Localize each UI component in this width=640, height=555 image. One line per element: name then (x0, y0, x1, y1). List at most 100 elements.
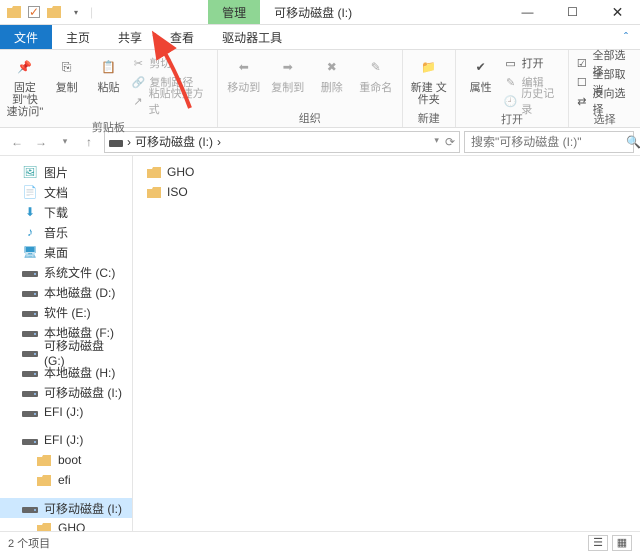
sidebar-item-label: 图片 (44, 164, 68, 181)
search-icon[interactable]: 🔍 (626, 135, 640, 149)
tab-view[interactable]: 查看 (156, 25, 208, 49)
minimize-button[interactable]: — (505, 0, 550, 25)
new-folder-button[interactable]: 📁新建 文件夹 (409, 52, 449, 106)
folder-icon (6, 4, 22, 20)
dropdown-icon[interactable]: ▾ (68, 4, 84, 20)
ribbon: 📌固定到"快 速访问" ⎘复制 📋粘贴 ✂剪切 🔗复制路径 ↗粘贴快捷方式 剪贴… (0, 50, 640, 128)
copy-to-button[interactable]: ➡复制到 (268, 52, 308, 94)
copy-button[interactable]: ⎘复制 (48, 52, 86, 94)
tab-drive-tools[interactable]: 驱动器工具 (208, 25, 296, 49)
shortcut-icon: ↗ (131, 94, 144, 108)
delete-icon: ✖ (319, 54, 345, 80)
checkbox-icon[interactable]: ✓ (28, 6, 40, 18)
dl-icon: ⬇ (22, 205, 38, 219)
maximize-button[interactable]: ☐ (550, 0, 595, 25)
open-button[interactable]: ▭打开 (504, 54, 563, 72)
cut-button[interactable]: ✂剪切 (131, 54, 210, 72)
folder-icon (36, 473, 52, 487)
select-none-icon: ☐ (575, 75, 588, 89)
refresh-icon[interactable]: ⟳ (445, 135, 455, 149)
ribbon-group-new: 📁新建 文件夹 新建 (403, 50, 456, 127)
select-all-icon: ☑ (575, 56, 588, 70)
desktop-icon: 🖥 (22, 245, 38, 259)
icons-view-button[interactable]: ▦ (612, 535, 632, 551)
search-input[interactable] (471, 135, 626, 149)
folder-icon (46, 4, 62, 20)
invert-selection-button[interactable]: ⇄反向选择 (575, 92, 634, 110)
properties-button[interactable]: ✔属性 (462, 52, 500, 94)
delete-button[interactable]: ✖删除 (312, 52, 352, 94)
ribbon-tabs: 文件 主页 共享 查看 驱动器工具 ˆ (0, 25, 640, 50)
title-bar: ✓ ▾ | 管理 可移动磁盘 (I:) — ☐ ✕ (0, 0, 640, 25)
breadcrumb[interactable]: 可移动磁盘 (I:) (135, 133, 213, 150)
sidebar-item[interactable]: EFI (J:) (0, 402, 132, 422)
group-label: 剪贴板 (6, 118, 211, 135)
folder-icon (147, 187, 161, 198)
file-item[interactable]: ISO (143, 182, 630, 202)
sidebar-item[interactable]: GHO (0, 518, 132, 531)
sidebar-item[interactable]: EFI (J:) (0, 430, 132, 450)
details-view-button[interactable]: ☰ (588, 535, 608, 551)
search-box[interactable]: 🔍 (464, 131, 634, 153)
sidebar-item-label: 本地磁盘 (D:) (44, 284, 115, 301)
sidebar-item[interactable]: 本地磁盘 (H:) (0, 362, 132, 382)
item-count: 2 个项目 (8, 535, 50, 551)
sidebar-item-label: boot (58, 453, 81, 467)
breadcrumb-sep: › (127, 135, 131, 149)
ribbon-group-clipboard: 📌固定到"快 速访问" ⎘复制 📋粘贴 ✂剪切 🔗复制路径 ↗粘贴快捷方式 剪贴… (0, 50, 218, 127)
sidebar-item-label: EFI (J:) (44, 433, 83, 447)
sidebar-item[interactable]: 软件 (E:) (0, 302, 132, 322)
context-tab-manage[interactable]: 管理 (208, 0, 260, 24)
tab-share[interactable]: 共享 (104, 25, 156, 49)
dropdown-icon[interactable]: ▾ (434, 135, 439, 149)
group-label: 组织 (224, 109, 396, 126)
sidebar-item[interactable]: 系统文件 (C:) (0, 262, 132, 282)
sidebar-item[interactable]: 本地磁盘 (D:) (0, 282, 132, 302)
music-icon: ♪ (22, 225, 38, 239)
properties-icon: ✔ (468, 54, 494, 80)
sidebar-item[interactable]: 📄文档 (0, 182, 132, 202)
collapse-ribbon-button[interactable]: ˆ (612, 25, 640, 49)
open-icon: ▭ (504, 56, 518, 70)
quick-access-toolbar: ✓ ▾ | (0, 4, 93, 20)
group-label: 新建 (409, 109, 449, 126)
sidebar-item[interactable]: ⬇下载 (0, 202, 132, 222)
sidebar-item-label: EFI (J:) (44, 405, 83, 419)
drive-icon (22, 285, 38, 299)
paste-button[interactable]: 📋粘贴 (90, 52, 128, 94)
sidebar-item[interactable]: 可移动磁盘 (I:) (0, 382, 132, 402)
drive-icon (22, 501, 38, 515)
file-item[interactable]: GHO (143, 162, 630, 182)
sidebar-item-label: 音乐 (44, 224, 68, 241)
tab-home[interactable]: 主页 (52, 25, 104, 49)
rename-icon: ✎ (363, 54, 389, 80)
ribbon-group-organize: ⬅移动到 ➡复制到 ✖删除 ✎重命名 组织 (218, 50, 403, 127)
close-button[interactable]: ✕ (595, 0, 640, 25)
sidebar-item[interactable]: 🖥桌面 (0, 242, 132, 262)
sidebar-item[interactable]: ♪ 音乐 (0, 222, 132, 242)
sidebar-item[interactable]: 可移动磁盘 (I:) (0, 498, 132, 518)
drive-icon (22, 265, 38, 279)
sidebar-item[interactable]: efi (0, 470, 132, 490)
sidebar-item-label: 可移动磁盘 (I:) (44, 500, 122, 517)
rename-button[interactable]: ✎重命名 (356, 52, 396, 94)
drive-icon (22, 433, 38, 447)
navigation-pane[interactable]: 🖼图片📄文档⬇下载 ♪ 音乐🖥桌面系统文件 (C:) 本地磁盘 (D:)软件 (E:)… (0, 156, 133, 531)
folder-icon (36, 521, 52, 531)
move-to-button[interactable]: ⬅移动到 (224, 52, 264, 94)
file-list[interactable]: GHOISO (133, 156, 640, 531)
edit-icon: ✎ (504, 75, 518, 89)
paste-shortcut-button[interactable]: ↗粘贴快捷方式 (131, 92, 210, 110)
sidebar-item[interactable]: 可移动磁盘 (G:) (0, 342, 132, 362)
status-bar: 2 个项目 ☰ ▦ (0, 531, 640, 553)
sidebar-item-label: 文档 (44, 184, 68, 201)
tab-file[interactable]: 文件 (0, 25, 52, 49)
sidebar-item[interactable]: boot (0, 450, 132, 470)
pin-button[interactable]: 📌固定到"快 速访问" (6, 52, 44, 118)
sidebar-item-label: 本地磁盘 (H:) (44, 364, 115, 381)
sidebar-item[interactable]: 🖼图片 (0, 162, 132, 182)
new-folder-icon: 📁 (416, 54, 442, 80)
sidebar-item-label: 系统文件 (C:) (44, 264, 115, 281)
history-button[interactable]: 🕘历史记录 (504, 92, 563, 110)
sidebar-item-label: GHO (58, 521, 85, 531)
